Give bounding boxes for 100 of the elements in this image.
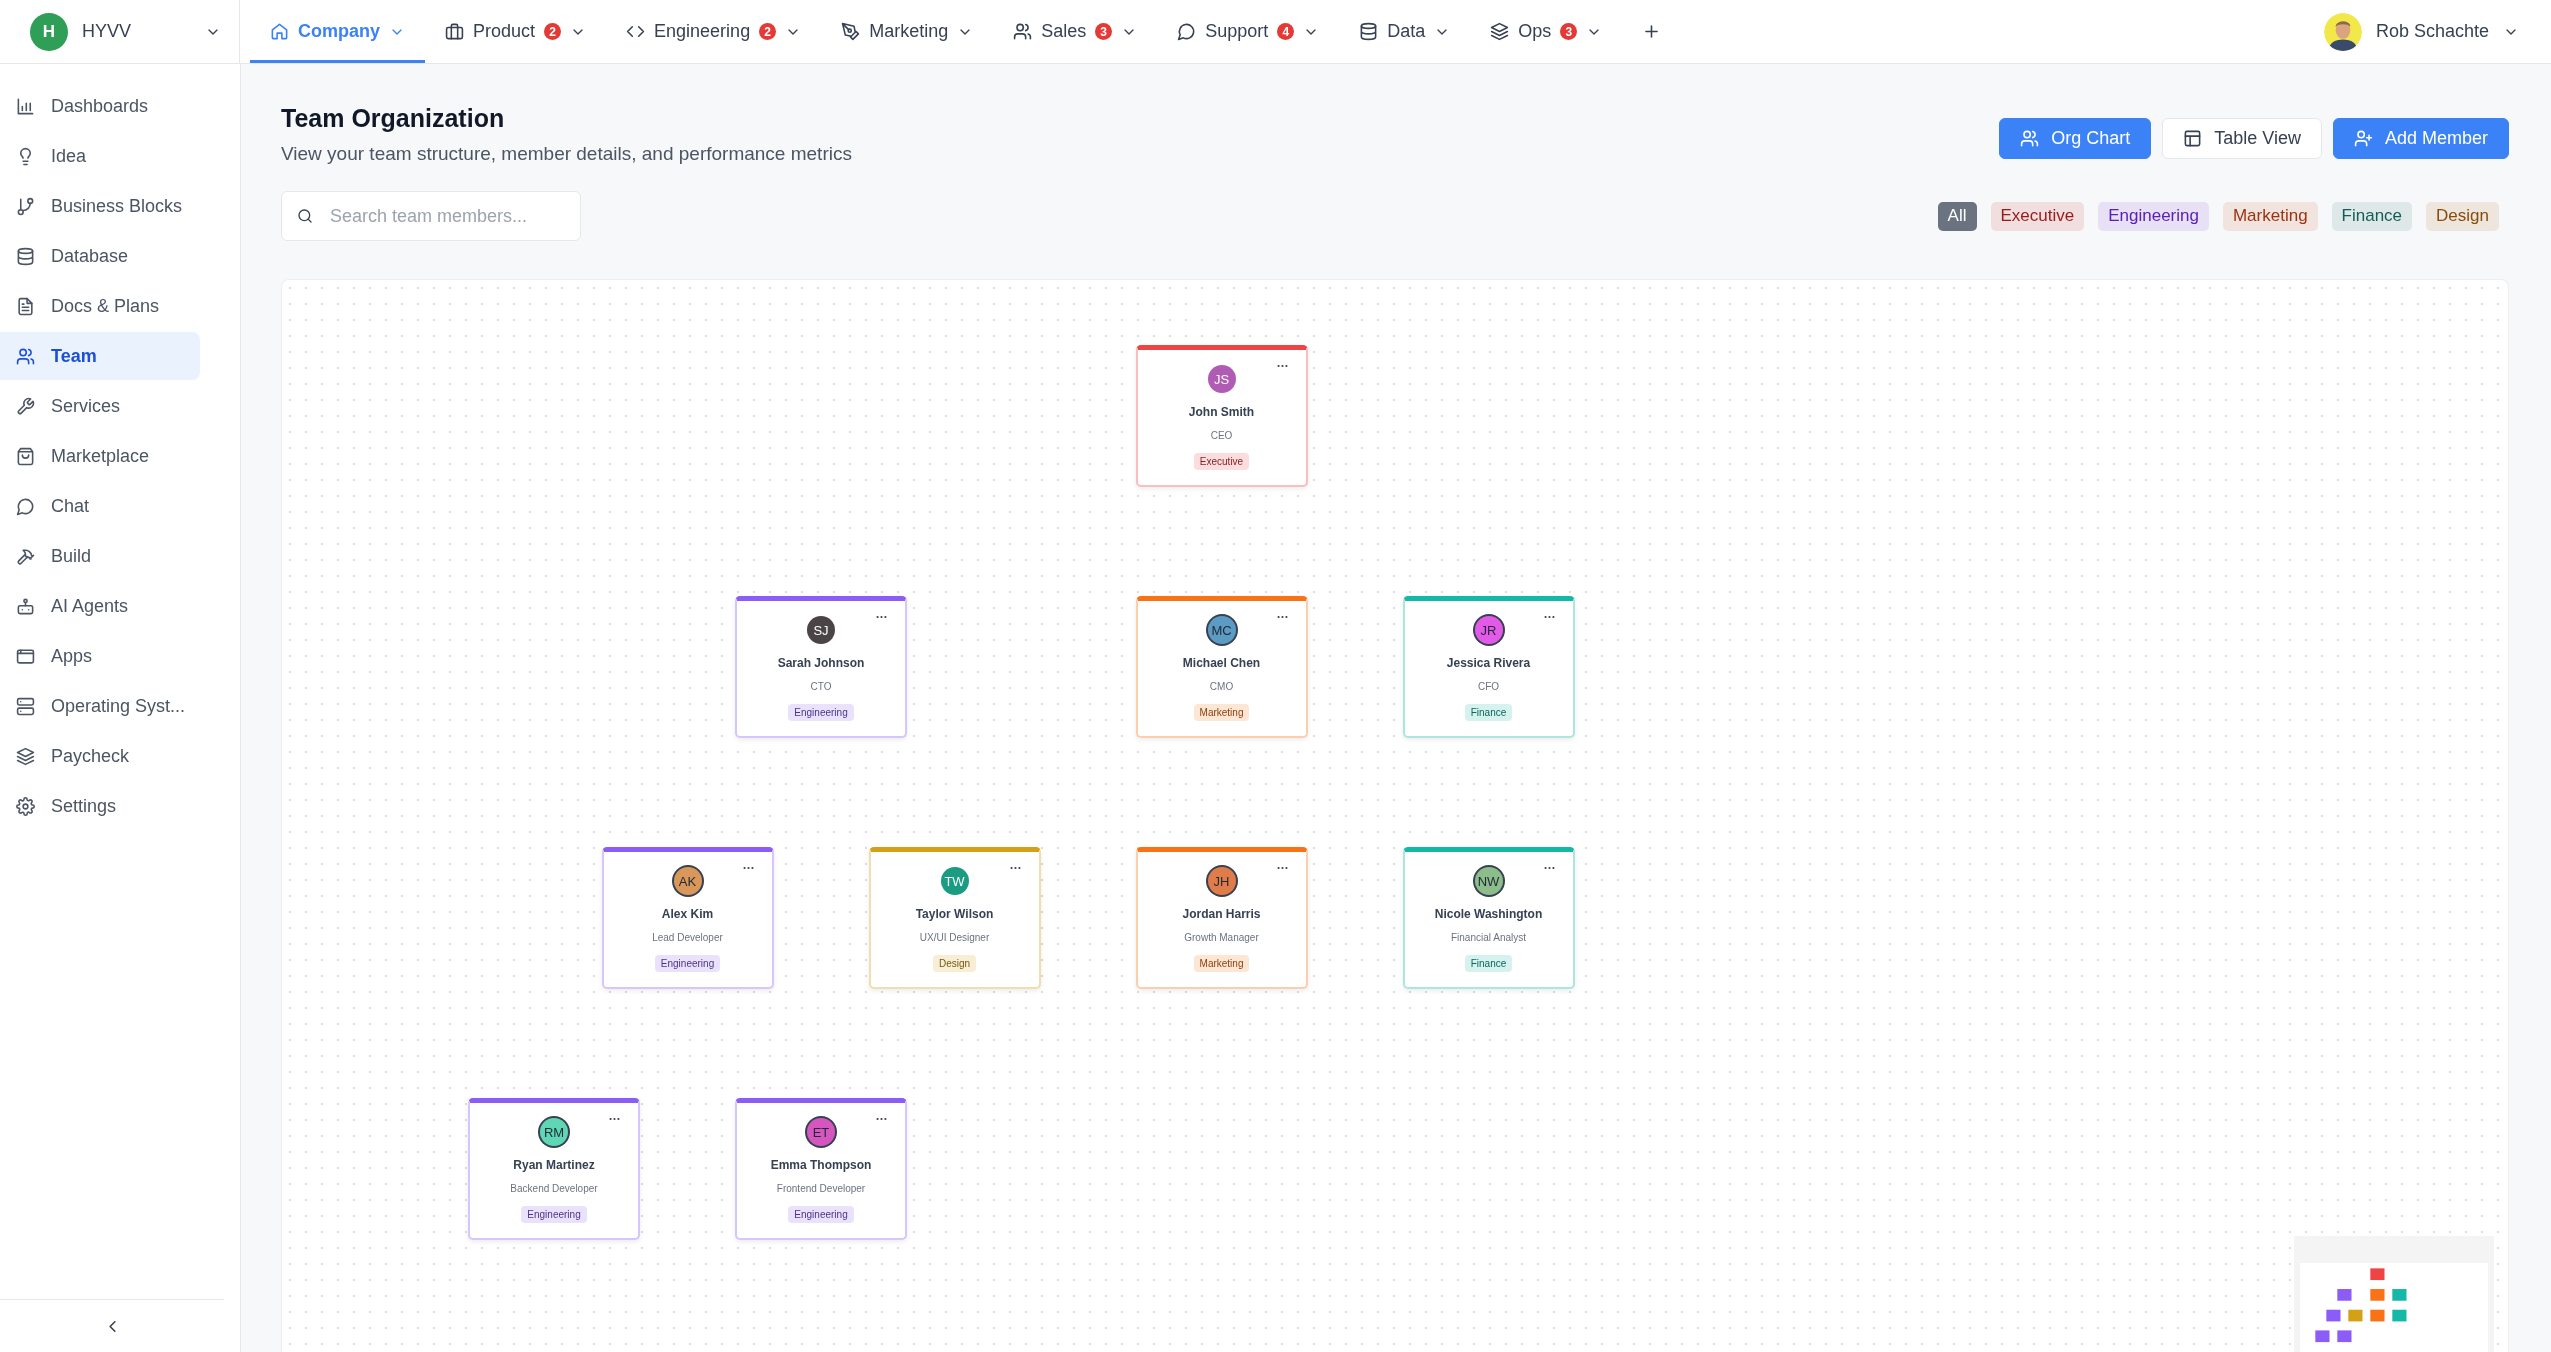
sidebar-item[interactable]: Apps [0, 632, 200, 680]
more-options-icon[interactable] [609, 1117, 620, 1121]
sidebar-item[interactable]: Paycheck [0, 732, 200, 780]
add-member-button[interactable]: Add Member [2332, 118, 2509, 159]
sidebar-item[interactable]: Team [0, 332, 200, 380]
view-toggle-button[interactable]: Table View [2162, 118, 2322, 159]
more-options-icon[interactable] [876, 615, 887, 619]
server-icon [16, 696, 35, 716]
member-name: Ryan Martinez [513, 1158, 595, 1172]
sidebar-item-label: Business Blocks [51, 195, 183, 217]
nav-tab[interactable]: Ops 3 [1470, 0, 1623, 63]
sidebar-item-label: Database [51, 245, 129, 267]
sidebar-item[interactable]: Docs & Plans [0, 282, 200, 330]
member-card[interactable]: ET Emma Thompson Frontend Developer Engineering [735, 1098, 907, 1240]
chat-bubble-icon [16, 496, 35, 516]
member-role: CFO [1477, 681, 1500, 692]
page-subtitle: View your team structure, member details, and performance metrics [281, 143, 852, 165]
bar-chart-icon [16, 96, 35, 116]
member-card[interactable]: AK Alex Kim Lead Developer Engineering [601, 847, 774, 989]
filter-chip[interactable]: Engineering [2098, 201, 2209, 231]
sidebar-item-label: Apps [51, 645, 93, 667]
member-card[interactable]: SJ Sarah Johnson CTO Engineering [735, 596, 907, 738]
tab-label: Engineering [654, 21, 751, 42]
sidebar-item[interactable]: Marketplace [0, 432, 200, 480]
users-icon [1013, 22, 1033, 41]
nav-tab[interactable]: Sales 3 [993, 0, 1158, 63]
department-tag: Executive [1193, 453, 1250, 470]
member-role: Growth Manager [1184, 932, 1259, 943]
department-tag: Engineering [788, 704, 854, 721]
layers-icon [16, 746, 35, 766]
member-name: John Smith [1188, 405, 1255, 419]
more-options-icon[interactable] [1009, 866, 1021, 870]
user-plus-icon [2353, 129, 2373, 148]
department-tag: Engineering [654, 955, 721, 972]
sidebar-item[interactable]: Business Blocks [0, 182, 200, 230]
sidebar-item-label: Marketplace [51, 445, 150, 467]
hammer-icon [16, 546, 35, 566]
member-card[interactable]: NW Nicole Washington Financial Analyst Finance [1402, 847, 1575, 989]
avatar-initials: AK [673, 867, 702, 895]
view-toggle-button[interactable]: Org Chart [1999, 118, 2152, 159]
shopping-bag-icon [16, 446, 35, 466]
avatar-initials: SJ [807, 616, 835, 644]
nav-tab[interactable]: Product 2 [425, 0, 607, 63]
sidebar-item[interactable]: Settings [0, 782, 200, 830]
more-options-icon[interactable] [742, 866, 754, 870]
more-options-icon[interactable] [1276, 866, 1288, 870]
layers-icon [1490, 22, 1510, 41]
member-name: Jordan Harris [1182, 907, 1261, 921]
filter-chip[interactable]: Executive [1990, 201, 2085, 231]
sidebar-item[interactable]: AI Agents [0, 582, 200, 630]
sidebar-item[interactable]: Operating Syst... [0, 682, 200, 730]
filter-chip[interactable]: All [1937, 201, 1977, 231]
member-card[interactable]: JS John Smith CEO Executive [1135, 345, 1308, 487]
more-options-icon[interactable] [1543, 866, 1555, 870]
tab-label: Marketing [869, 21, 949, 42]
member-name: Nicole Washington [1434, 907, 1543, 921]
count-badge: 3 [1095, 23, 1113, 40]
member-card[interactable]: MC Michael Chen CMO Marketing [1135, 596, 1308, 738]
sidebar-item-label: Docs & Plans [51, 295, 160, 317]
user-menu-button[interactable]: Rob Schachte [2303, 0, 2551, 63]
department-tag: Marketing [1193, 955, 1250, 972]
tab-label: Support [1205, 21, 1269, 42]
department-tag: Design [932, 955, 977, 972]
sidebar-item[interactable]: Chat [0, 482, 200, 530]
more-options-icon[interactable] [876, 1117, 887, 1121]
sidebar-item[interactable]: Services [0, 382, 200, 430]
settings-icon [16, 796, 35, 816]
sidebar-item[interactable]: Build [0, 532, 200, 580]
sidebar-item[interactable]: Database [0, 232, 200, 280]
member-card[interactable]: RM Ryan Martinez Backend Developer Engineering [468, 1098, 640, 1240]
users-icon [16, 346, 35, 366]
users-icon [2020, 129, 2040, 148]
nav-tab[interactable]: Support 4 [1157, 0, 1340, 63]
member-role: Lead Developer [652, 932, 723, 943]
more-options-icon[interactable] [1543, 615, 1555, 619]
briefcase-icon [445, 22, 464, 41]
filter-chip[interactable]: Finance [2331, 201, 2413, 231]
filter-chip[interactable]: Marketing [2222, 201, 2318, 231]
nav-tab[interactable]: Data [1339, 0, 1471, 63]
minimap-drawing[interactable] [2300, 1263, 2488, 1352]
department-tag: Marketing [1193, 704, 1250, 721]
sidebar-item-label: AI Agents [51, 595, 129, 617]
member-card[interactable]: JH Jordan Harris Growth Manager Marketing [1135, 847, 1308, 989]
filter-chip[interactable]: Design [2426, 201, 2499, 231]
sidebar-item[interactable]: Idea [0, 132, 200, 180]
sidebar-item-label: Idea [51, 145, 87, 167]
member-card[interactable]: TW Taylor Wilson UX/UI Designer Design [868, 847, 1041, 989]
nav-tab[interactable]: Marketing [821, 0, 994, 63]
sidebar-item-label: Operating Syst... [51, 695, 186, 717]
search-field[interactable]: Search team members... [281, 191, 581, 241]
nav-tab[interactable]: Engineering 2 [606, 0, 822, 63]
member-name: Taylor Wilson [915, 907, 994, 921]
more-options-icon[interactable] [1276, 364, 1288, 368]
sidebar-item-label: Chat [51, 495, 90, 517]
database-icon [16, 246, 35, 266]
member-role: Frontend Developer [776, 1183, 866, 1194]
more-options-icon[interactable] [1276, 615, 1288, 619]
member-card[interactable]: JR Jessica Rivera CFO Finance [1402, 596, 1575, 738]
sidebar-item[interactable]: Dashboards [0, 82, 200, 130]
tab-label: Data [1387, 21, 1426, 42]
